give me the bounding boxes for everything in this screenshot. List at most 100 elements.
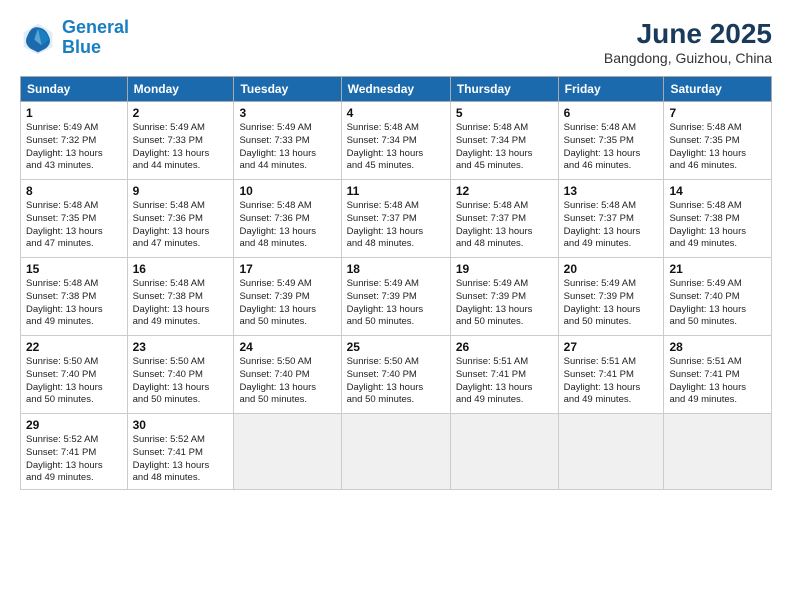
month-title: June 2025	[604, 18, 772, 50]
day-number: 25	[347, 340, 445, 354]
day-number: 24	[239, 340, 335, 354]
day-number: 16	[133, 262, 229, 276]
cell-w3-d4: 18Sunrise: 5:49 AMSunset: 7:39 PMDayligh…	[341, 258, 450, 336]
cell-w4-d1: 22 Sunrise: 5:50 AMSunset: 7:40 PMDayligh…	[21, 336, 128, 414]
header-row: Sunday Monday Tuesday Wednesday Thursday…	[21, 77, 772, 102]
day-number: 21	[669, 262, 766, 276]
day-info: Sunrise: 5:50 AMSunset: 7:40 PMDaylight:…	[133, 356, 229, 407]
week-row-3: 15 Sunrise: 5:48 AMSunset: 7:38 PMDayligh…	[21, 258, 772, 336]
cell-w2-d7: 14 Sunrise: 5:48 AMSunset: 7:38 PMDayligh…	[664, 180, 772, 258]
cell-w1-d1: 1 Sunrise: 5:49 AMSunset: 7:32 PMDaylight…	[21, 102, 128, 180]
cell-w2-d6: 13 Sunrise: 5:48 AMSunset: 7:37 PMDayligh…	[558, 180, 664, 258]
day-info: Sunrise: 5:48 AMSunset: 7:38 PMDaylight:…	[669, 200, 766, 251]
day-number: 8	[26, 184, 122, 198]
day-number: 1	[26, 106, 122, 120]
day-number: 3	[239, 106, 335, 120]
col-saturday: Saturday	[664, 77, 772, 102]
cell-w5-d7	[664, 414, 772, 490]
cell-w1-d5: 5Sunrise: 5:48 AMSunset: 7:34 PMDaylight…	[450, 102, 558, 180]
day-number: 26	[456, 340, 553, 354]
cell-w2-d1: 8 Sunrise: 5:48 AMSunset: 7:35 PMDaylight…	[21, 180, 128, 258]
day-number: 15	[26, 262, 122, 276]
day-info: Sunrise: 5:48 AMSunset: 7:34 PMDaylight:…	[347, 122, 445, 173]
week-row-5: 29 Sunrise: 5:52 AMSunset: 7:41 PMDayligh…	[21, 414, 772, 490]
col-thursday: Thursday	[450, 77, 558, 102]
day-number: 22	[26, 340, 122, 354]
calendar-body: 1 Sunrise: 5:49 AMSunset: 7:32 PMDaylight…	[21, 102, 772, 490]
week-row-4: 22 Sunrise: 5:50 AMSunset: 7:40 PMDayligh…	[21, 336, 772, 414]
day-number: 12	[456, 184, 553, 198]
cell-w3-d6: 20 Sunrise: 5:49 AMSunset: 7:39 PMDayligh…	[558, 258, 664, 336]
cell-w5-d4	[341, 414, 450, 490]
day-info: Sunrise: 5:50 AMSunset: 7:40 PMDaylight:…	[239, 356, 335, 407]
cell-w5-d1: 29 Sunrise: 5:52 AMSunset: 7:41 PMDayligh…	[21, 414, 128, 490]
day-number: 30	[133, 418, 229, 432]
cell-w5-d6	[558, 414, 664, 490]
day-number: 11	[347, 184, 445, 198]
cell-w1-d3: 3 Sunrise: 5:49 AMSunset: 7:33 PMDaylight…	[234, 102, 341, 180]
col-friday: Friday	[558, 77, 664, 102]
day-number: 6	[564, 106, 659, 120]
cell-w1-d6: 6 Sunrise: 5:48 AMSunset: 7:35 PMDaylight…	[558, 102, 664, 180]
subtitle: Bangdong, Guizhou, China	[604, 50, 772, 66]
col-wednesday: Wednesday	[341, 77, 450, 102]
day-number: 2	[133, 106, 229, 120]
cell-w1-d4: 4 Sunrise: 5:48 AMSunset: 7:34 PMDaylight…	[341, 102, 450, 180]
day-info: Sunrise: 5:49 AMSunset: 7:39 PMDaylight:…	[456, 278, 553, 329]
day-number: 28	[669, 340, 766, 354]
cell-w3-d5: 19 Sunrise: 5:49 AMSunset: 7:39 PMDayligh…	[450, 258, 558, 336]
day-info: Sunrise: 5:48 AMSunset: 7:35 PMDaylight:…	[564, 122, 659, 173]
day-number: 29	[26, 418, 122, 432]
cell-w4-d5: 26 Sunrise: 5:51 AMSunset: 7:41 PMDayligh…	[450, 336, 558, 414]
cell-w4-d6: 27Sunrise: 5:51 AMSunset: 7:41 PMDayligh…	[558, 336, 664, 414]
header: General Blue June 2025 Bangdong, Guizhou…	[20, 18, 772, 66]
cell-w2-d3: 10 Sunrise: 5:48 AMSunset: 7:36 PMDayligh…	[234, 180, 341, 258]
cell-w1-d2: 2Sunrise: 5:49 AMSunset: 7:33 PMDaylight…	[127, 102, 234, 180]
day-info: Sunrise: 5:48 AMSunset: 7:37 PMDaylight:…	[456, 200, 553, 251]
cell-w3-d1: 15 Sunrise: 5:48 AMSunset: 7:38 PMDayligh…	[21, 258, 128, 336]
cell-w2-d2: 9 Sunrise: 5:48 AMSunset: 7:36 PMDaylight…	[127, 180, 234, 258]
day-number: 14	[669, 184, 766, 198]
day-number: 23	[133, 340, 229, 354]
day-info: Sunrise: 5:48 AMSunset: 7:38 PMDaylight:…	[26, 278, 122, 329]
day-number: 13	[564, 184, 659, 198]
week-row-1: 1 Sunrise: 5:49 AMSunset: 7:32 PMDaylight…	[21, 102, 772, 180]
day-info: Sunrise: 5:48 AMSunset: 7:35 PMDaylight:…	[26, 200, 122, 251]
cell-w4-d4: 25 Sunrise: 5:50 AMSunset: 7:40 PMDayligh…	[341, 336, 450, 414]
day-info: Sunrise: 5:49 AMSunset: 7:40 PMDaylight:…	[669, 278, 766, 329]
day-number: 27	[564, 340, 659, 354]
day-info: Sunrise: 5:49 AMSunset: 7:39 PMDaylight:…	[239, 278, 335, 329]
day-info: Sunrise: 5:48 AMSunset: 7:37 PMDaylight:…	[564, 200, 659, 251]
cell-w4-d3: 24 Sunrise: 5:50 AMSunset: 7:40 PMDayligh…	[234, 336, 341, 414]
day-info: Sunrise: 5:50 AMSunset: 7:40 PMDaylight:…	[347, 356, 445, 407]
day-info: Sunrise: 5:50 AMSunset: 7:40 PMDaylight:…	[26, 356, 122, 407]
day-info: Sunrise: 5:51 AMSunset: 7:41 PMDaylight:…	[669, 356, 766, 407]
day-number: 7	[669, 106, 766, 120]
col-monday: Monday	[127, 77, 234, 102]
week-row-2: 8 Sunrise: 5:48 AMSunset: 7:35 PMDaylight…	[21, 180, 772, 258]
day-info: Sunrise: 5:51 AMSunset: 7:41 PMDaylight:…	[456, 356, 553, 407]
cell-w4-d7: 28 Sunrise: 5:51 AMSunset: 7:41 PMDayligh…	[664, 336, 772, 414]
day-number: 20	[564, 262, 659, 276]
day-info: Sunrise: 5:49 AMSunset: 7:39 PMDaylight:…	[564, 278, 659, 329]
day-number: 18	[347, 262, 445, 276]
day-info: Sunrise: 5:49 AMSunset: 7:32 PMDaylight:…	[26, 122, 122, 173]
cell-w3-d7: 21 Sunrise: 5:49 AMSunset: 7:40 PMDayligh…	[664, 258, 772, 336]
day-info: Sunrise: 5:48 AMSunset: 7:36 PMDaylight:…	[239, 200, 335, 251]
cell-w3-d3: 17 Sunrise: 5:49 AMSunset: 7:39 PMDayligh…	[234, 258, 341, 336]
cell-w5-d3	[234, 414, 341, 490]
day-info: Sunrise: 5:49 AMSunset: 7:33 PMDaylight:…	[239, 122, 335, 173]
cell-w1-d7: 7Sunrise: 5:48 AMSunset: 7:35 PMDaylight…	[664, 102, 772, 180]
day-info: Sunrise: 5:52 AMSunset: 7:41 PMDaylight:…	[26, 434, 122, 485]
day-number: 19	[456, 262, 553, 276]
day-info: Sunrise: 5:48 AMSunset: 7:36 PMDaylight:…	[133, 200, 229, 251]
day-number: 17	[239, 262, 335, 276]
day-number: 10	[239, 184, 335, 198]
day-number: 9	[133, 184, 229, 198]
col-sunday: Sunday	[21, 77, 128, 102]
day-info: Sunrise: 5:48 AMSunset: 7:37 PMDaylight:…	[347, 200, 445, 251]
cell-w4-d2: 23 Sunrise: 5:50 AMSunset: 7:40 PMDayligh…	[127, 336, 234, 414]
page: General Blue June 2025 Bangdong, Guizhou…	[0, 0, 792, 612]
cell-w2-d5: 12 Sunrise: 5:48 AMSunset: 7:37 PMDayligh…	[450, 180, 558, 258]
day-number: 4	[347, 106, 445, 120]
